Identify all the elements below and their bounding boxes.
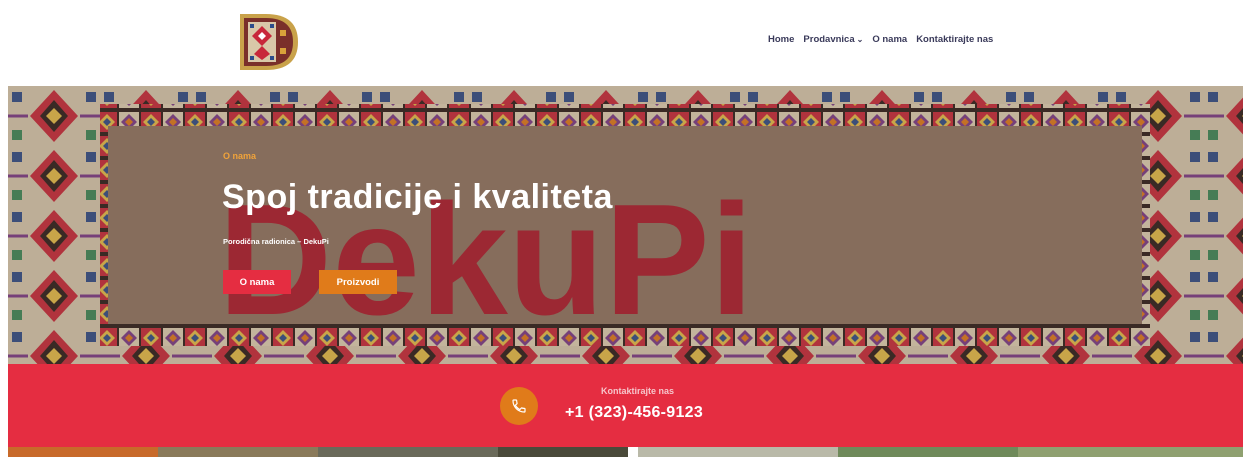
kilim-background: DekuPi xyxy=(8,86,1243,364)
contact-phone-number[interactable]: +1 (323)-456-9123 xyxy=(565,404,703,422)
nav-item-o-nama[interactable]: O nama xyxy=(872,34,907,45)
contact-bar: Kontaktirajte nas +1 (323)-456-9123 xyxy=(8,364,1243,447)
main-nav: Home Prodavnica ⌄ O nama Kontaktirajte na… xyxy=(768,34,993,45)
o-nama-button[interactable]: O nama xyxy=(223,270,291,294)
nav-item-home[interactable]: Home xyxy=(768,34,794,45)
contact-label: Kontaktirajte nas xyxy=(601,386,675,396)
nav-item-kontakt[interactable]: Kontaktirajte nas xyxy=(916,34,993,45)
page: Home Prodavnica ⌄ O nama Kontaktirajte na… xyxy=(0,0,1243,457)
hero-tag: O nama xyxy=(223,151,257,161)
dekupi-logo-icon[interactable] xyxy=(236,10,302,74)
proizvodi-button[interactable]: Proizvodi xyxy=(319,270,397,294)
hero-subtitle: Porodična radionica – DekuPi xyxy=(223,237,329,246)
chevron-down-icon: ⌄ xyxy=(856,35,864,44)
hero-section: DekuPi O nama Spoj tradicije i kvaliteta… xyxy=(8,86,1243,364)
gallery-strip xyxy=(8,447,1243,457)
hero-title: Spoj tradicije i kvaliteta xyxy=(222,178,613,216)
nav-item-prodavnica-label: Prodavnica xyxy=(803,34,855,45)
site-header: Home Prodavnica ⌄ O nama Kontaktirajte na… xyxy=(0,0,1243,85)
phone-icon[interactable] xyxy=(500,387,538,425)
nav-item-prodavnica[interactable]: Prodavnica ⌄ xyxy=(803,34,863,45)
